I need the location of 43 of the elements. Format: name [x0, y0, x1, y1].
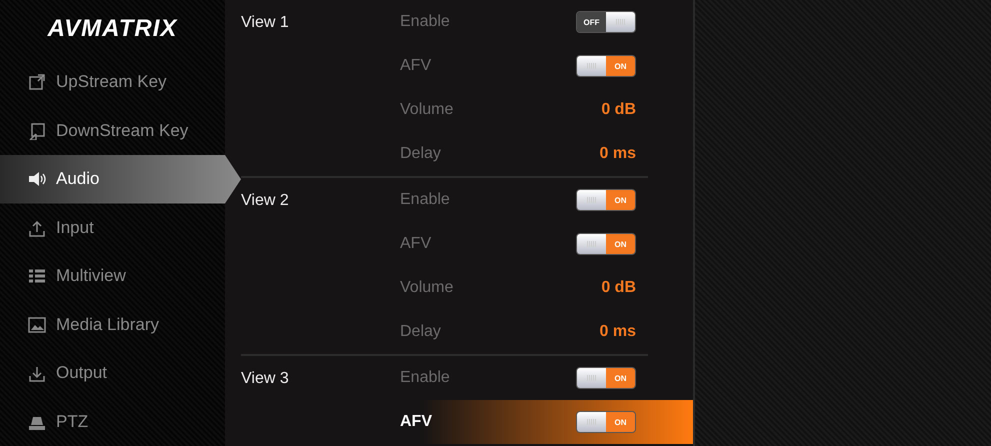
view-title: View 3 — [241, 370, 289, 387]
setting-row[interactable]: AFV ON — [241, 222, 693, 266]
sidebar-item[interactable]: DownStream Key — [0, 106, 225, 155]
sidebar-item[interactable]: UpStream Key — [0, 58, 225, 106]
setting-label: Delay — [400, 145, 442, 163]
setting-row[interactable]: View 2 Enable ON — [241, 178, 693, 222]
setting-label: Enable — [400, 13, 451, 31]
sidebar-item[interactable]: Input — [0, 204, 225, 252]
setting-label: AFV — [400, 235, 432, 253]
sidebar-item[interactable]: Multiview — [0, 252, 225, 300]
view-title: View 2 — [241, 192, 289, 209]
view-title: View 1 — [241, 14, 289, 31]
setting-label: Enable — [400, 191, 451, 209]
setting-value[interactable]: 0 dB — [601, 101, 636, 119]
toggle-switch[interactable]: OFF — [576, 11, 636, 33]
setting-label: AFV — [400, 413, 433, 431]
sidebar-item[interactable]: PTZ — [0, 398, 225, 446]
sidebar-item[interactable]: Output — [0, 349, 225, 398]
sidebar-item[interactable]: Media Library — [0, 300, 225, 349]
menu-item-icon — [28, 364, 46, 382]
setting-value[interactable]: 0 ms — [600, 323, 636, 341]
setting-value[interactable]: 0 dB — [601, 279, 636, 297]
menu-item-icon — [28, 316, 46, 334]
setting-row[interactable]: Delay 0 ms — [241, 310, 693, 354]
setting-label: AFV — [400, 57, 432, 75]
menu-item-icon — [28, 267, 46, 286]
menu-item-icon — [28, 73, 46, 92]
setting-row[interactable]: Volume 0 dB — [241, 88, 693, 132]
menu-item-icon — [28, 122, 46, 140]
setting-label: Delay — [400, 323, 442, 341]
menu-item-icon — [28, 170, 46, 188]
setting-label: Enable — [400, 369, 451, 387]
menu-item-icon — [28, 218, 46, 237]
setting-label: Volume — [400, 279, 454, 297]
setting-row[interactable]: View 3 Enable ON — [241, 356, 693, 400]
brand-logo: AVMATRIX — [46, 14, 178, 44]
sidebar-item[interactable]: Audio — [0, 155, 241, 204]
setting-row[interactable]: Volume 0 dB — [241, 266, 693, 310]
setting-row[interactable]: AFV ON — [241, 44, 693, 88]
setting-row[interactable]: Delay 0 ms — [241, 132, 693, 176]
setting-row[interactable]: View 1 Enable OFF — [241, 0, 693, 44]
setting-value[interactable]: 0 ms — [600, 145, 636, 163]
setting-label: Volume — [400, 101, 454, 119]
